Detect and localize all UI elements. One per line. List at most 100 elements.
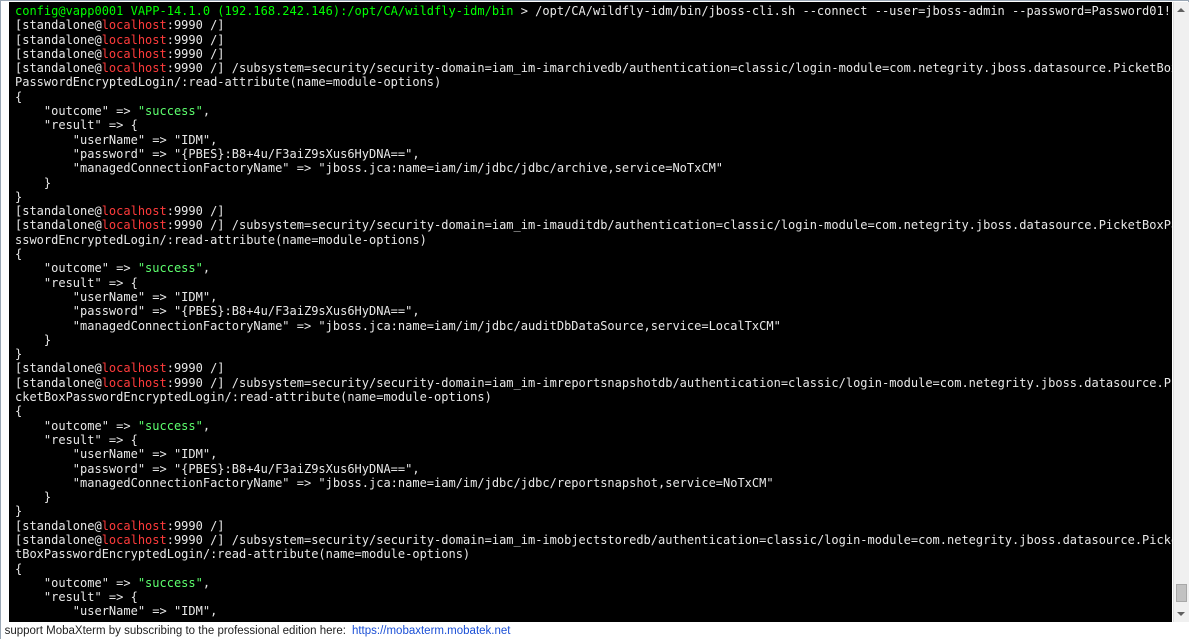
terminal-line: "outcome" => "success", (15, 419, 1168, 433)
terminal-text-segment: "success" (137, 575, 203, 590)
terminal-text-segment: :9990 /] (166, 518, 225, 533)
terminal-text-segment: "result" => { (15, 118, 138, 133)
terminal-text-segment: [standalone@ (15, 218, 102, 233)
terminal-line: "userName" => "IDM", (15, 290, 1168, 304)
terminal-text-segment: localhost (101, 32, 167, 47)
terminal-text-segment: localhost (101, 204, 167, 219)
terminal-line: [standalone@localhost:9990 /] /subsystem… (15, 218, 1172, 233)
terminal-line: { (15, 562, 1168, 576)
terminal-text-segment: "managedConnectionFactoryName" => "jboss… (15, 475, 774, 490)
terminal-line: config@vapp0001 VAPP-14.1.0 (192.168.242… (15, 4, 1171, 18)
terminal-line: "managedConnectionFactoryName" => "jboss… (15, 319, 1168, 333)
terminal-text-segment: "password" => "{PBES}:B8+4u/F3aiZ9sXus6H… (15, 304, 420, 319)
terminal-text-segment: } (15, 490, 52, 505)
terminal-text-segment: :9990 /] /subsystem=security/security-do… (166, 532, 1172, 547)
terminal-line: "userName" => "IDM", (15, 447, 1168, 461)
terminal-line: [standalone@localhost:9990 /] (15, 519, 1168, 533)
terminal-line: "password" => "{PBES}:B8+4u/F3aiZ9sXus6H… (15, 147, 1168, 161)
terminal-text-segment: :9990 /] (166, 32, 225, 47)
terminal-text-segment: :9990 /] /subsystem=security/security-do… (166, 218, 1172, 233)
scroll-up-arrow-icon[interactable] (1174, 2, 1189, 18)
terminal-line: "managedConnectionFactoryName" => "jboss… (15, 476, 1168, 490)
status-text: e support MobaXterm by subscribing to th… (1, 625, 346, 637)
status-bar: e support MobaXterm by subscribing to th… (1, 622, 1189, 640)
terminal-text-segment: :9990 /] (166, 18, 225, 33)
terminal-text-segment: :9990 /] /subsystem=security/security-do… (166, 61, 1172, 76)
terminal-text-segment: { (15, 561, 23, 576)
terminal-text-segment: "result" => { (15, 275, 138, 290)
terminal-text-segment: "managedConnectionFactoryName" => "jboss… (15, 161, 724, 176)
terminal-text-segment: localhost (101, 46, 167, 61)
terminal-line: } (15, 176, 1168, 190)
terminal-line: [standalone@localhost:9990 /] /subsystem… (15, 61, 1172, 76)
terminal-text-segment: "success" (137, 418, 203, 433)
terminal-text-segment: config@vapp0001 VAPP-14.1.0 (192.168.242… (15, 4, 514, 18)
terminal-line: tBoxPasswordEncryptedLogin/:read-attribu… (15, 547, 1168, 561)
terminal-line: [standalone@localhost:9990 /] (15, 47, 1168, 61)
terminal-text-segment: :9990 /] (166, 361, 225, 376)
terminal-text-segment: localhost (101, 61, 167, 76)
terminal-line: "outcome" => "success", (15, 104, 1168, 118)
terminal-text-segment: localhost (101, 361, 167, 376)
terminal-line: { (15, 247, 1168, 261)
terminal-text-segment: [standalone@ (15, 204, 102, 219)
terminal-line: [standalone@localhost:9990 /] /subsystem… (15, 532, 1172, 547)
terminal-text-segment: > /opt/CA/wildfly-idm/bin/jboss-cli.sh -… (513, 4, 1171, 18)
terminal-line: [standalone@localhost:9990 /] (15, 361, 1168, 375)
terminal-text-segment: } (15, 347, 23, 362)
terminal-text-segment: [standalone@ (15, 375, 102, 390)
terminal-text-segment: "password" => "{PBES}:B8+4u/F3aiZ9sXus6H… (15, 461, 420, 476)
scroll-down-arrow-icon[interactable] (1174, 606, 1189, 622)
terminal-text-segment: } (15, 189, 23, 204)
terminal-line: "password" => "{PBES}:B8+4u/F3aiZ9sXus6H… (15, 462, 1168, 476)
terminal-text-segment: , (202, 261, 211, 276)
terminal-text-segment: "userName" => "IDM", (15, 447, 218, 462)
vertical-scrollbar[interactable] (1173, 2, 1189, 622)
terminal-text-segment: localhost (101, 532, 167, 547)
terminal-line: [standalone@localhost:9990 /] /subsystem… (15, 375, 1172, 390)
terminal-line: "outcome" => "success", (15, 261, 1168, 275)
terminal-line: cketBoxPasswordEncryptedLogin/:read-attr… (15, 390, 1168, 404)
terminal-text-segment: "success" (137, 261, 203, 276)
terminal-text-segment: { (15, 247, 23, 262)
terminal-line: "result" => { (15, 118, 1168, 132)
terminal-line: { (15, 90, 1168, 104)
terminal-text-segment: { (15, 89, 23, 104)
terminal-text-segment: [standalone@ (15, 46, 102, 61)
terminal-text-segment: "managedConnectionFactoryName" => "jboss… (15, 318, 781, 333)
terminal-text-segment: [standalone@ (15, 18, 102, 33)
mobaxterm-window: config@vapp0001 VAPP-14.1.0 (192.168.242… (0, 0, 1189, 640)
terminal-text-segment: "outcome" => (15, 261, 138, 276)
terminal-text-segment: sswordEncryptedLogin/:read-attribute(nam… (15, 232, 427, 247)
terminal-line: } (15, 347, 1168, 361)
terminal-text-segment: PasswordEncryptedLogin/:read-attribute(n… (15, 75, 442, 90)
terminal-text-segment: "userName" => "IDM", (15, 289, 218, 304)
terminal-text-segment: , (202, 104, 211, 119)
terminal-text-segment: [standalone@ (15, 61, 102, 76)
terminal-text-segment: , (202, 418, 211, 433)
terminal-text-segment: :9990 /] (166, 204, 225, 219)
terminal-text-segment: localhost (101, 218, 167, 233)
terminal-text-segment: "result" => { (15, 432, 138, 447)
terminal-line: sswordEncryptedLogin/:read-attribute(nam… (15, 233, 1168, 247)
terminal-text-segment: [standalone@ (15, 32, 102, 47)
terminal-text-segment: cketBoxPasswordEncryptedLogin/:read-attr… (15, 390, 492, 405)
terminal-line: [standalone@localhost:9990 /] (15, 18, 1168, 32)
terminal-line: "outcome" => "success", (15, 576, 1168, 590)
status-message: e support MobaXterm by subscribing to th… (1, 622, 510, 640)
terminal-text-segment: :9990 /] (166, 46, 225, 61)
terminal-line: "password" => "{PBES}:B8+4u/F3aiZ9sXus6H… (15, 304, 1168, 318)
terminal-text-segment: } (15, 504, 23, 519)
terminal-text-segment: [standalone@ (15, 518, 102, 533)
terminal-pane[interactable]: config@vapp0001 VAPP-14.1.0 (192.168.242… (9, 2, 1172, 622)
terminal-line: "userName" => "IDM", (15, 133, 1168, 147)
terminal-text-segment: "outcome" => (15, 418, 138, 433)
terminal-line: "result" => { (15, 590, 1168, 604)
terminal-text-segment: "userName" => "IDM", (15, 132, 218, 147)
terminal-line: PasswordEncryptedLogin/:read-attribute(n… (15, 75, 1168, 89)
mobaxterm-website-link[interactable]: https://mobaxterm.mobatek.net (352, 625, 511, 637)
terminal-text-segment: localhost (101, 375, 167, 390)
terminal-text-segment: , (202, 575, 211, 590)
terminal-text-segment: tBoxPasswordEncryptedLogin/:read-attribu… (15, 547, 471, 562)
scrollbar-thumb[interactable] (1176, 584, 1187, 602)
